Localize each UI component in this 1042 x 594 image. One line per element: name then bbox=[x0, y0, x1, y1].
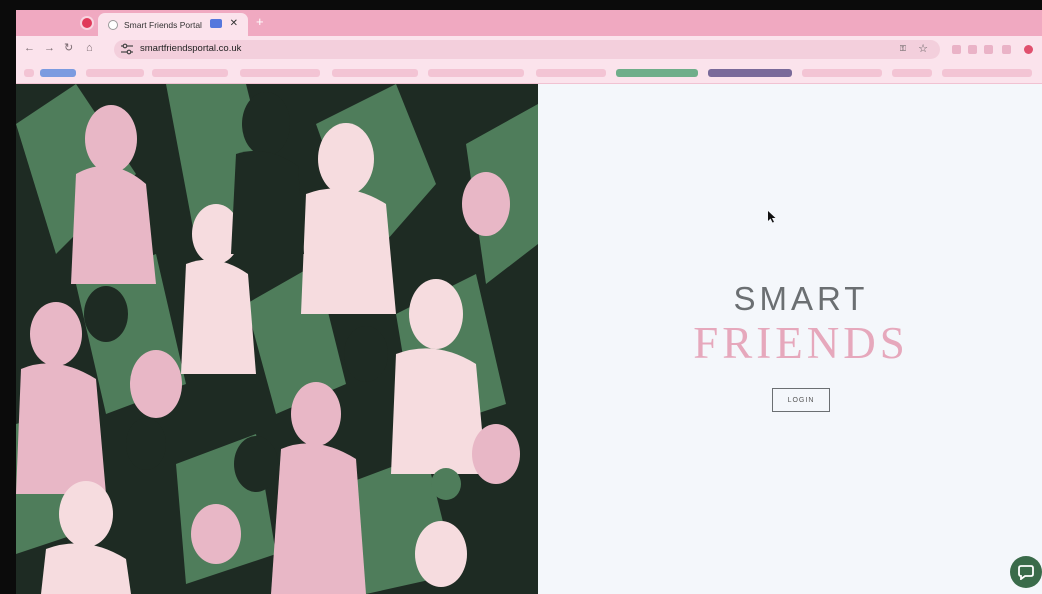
chat-bubble-icon bbox=[1018, 565, 1034, 580]
extension-icon[interactable] bbox=[952, 45, 961, 54]
home-icon[interactable]: ⌂ bbox=[86, 42, 93, 54]
mouse-cursor-icon bbox=[768, 211, 776, 223]
tab-strip: Smart Friends Portal ✕ + bbox=[16, 10, 1042, 36]
brand-line-smart: SMART bbox=[733, 280, 869, 317]
browser-toolbar: ← → ↻ ⌂ smartfriendsportal.co.uk ⚿ ☆ bbox=[16, 36, 1042, 62]
bookmark-item[interactable] bbox=[942, 69, 1032, 77]
tab-title: Smart Friends Portal bbox=[124, 19, 202, 30]
bookmark-item[interactable] bbox=[616, 69, 698, 77]
bookmark-item[interactable] bbox=[802, 69, 882, 77]
bookmark-item[interactable] bbox=[86, 69, 144, 77]
tab-media-icon[interactable] bbox=[210, 19, 222, 28]
bookmark-star-icon[interactable]: ☆ bbox=[918, 42, 928, 55]
bookmark-item[interactable] bbox=[428, 69, 524, 77]
bookmark-item[interactable] bbox=[536, 69, 606, 77]
site-favicon-icon bbox=[108, 19, 118, 30]
extension-icon[interactable] bbox=[984, 45, 993, 54]
password-key-icon[interactable]: ⚿ bbox=[900, 44, 906, 54]
bookmarks-bar bbox=[16, 62, 1042, 84]
recording-icon[interactable] bbox=[82, 18, 92, 28]
bookmark-item[interactable] bbox=[708, 69, 792, 77]
bookmark-item[interactable] bbox=[152, 69, 228, 77]
brand-line-friends: FRIENDS bbox=[693, 318, 909, 368]
site-settings-icon[interactable] bbox=[120, 43, 134, 55]
login-button[interactable]: LOGIN bbox=[772, 388, 830, 412]
bookmark-item[interactable] bbox=[332, 69, 418, 77]
chat-widget-button[interactable] bbox=[1010, 556, 1042, 588]
forward-icon[interactable]: → bbox=[44, 42, 55, 54]
page-content: SMART FRIENDS LOGIN bbox=[16, 84, 1042, 594]
bookmark-item[interactable] bbox=[892, 69, 932, 77]
tab-smart-friends-portal[interactable]: Smart Friends Portal ✕ bbox=[98, 13, 248, 36]
bookmark-item[interactable] bbox=[40, 69, 76, 77]
back-icon[interactable]: ← bbox=[24, 42, 35, 54]
profile-avatar-icon[interactable] bbox=[1024, 45, 1033, 54]
brand-logo: SMART FRIENDS bbox=[616, 280, 986, 366]
browser-window: Smart Friends Portal ✕ + ← → ↻ ⌂ smartfr… bbox=[16, 10, 1042, 594]
extension-icon[interactable] bbox=[968, 45, 977, 54]
bookmark-item[interactable] bbox=[24, 69, 34, 77]
url-text: smartfriendsportal.co.uk bbox=[140, 43, 242, 54]
new-tab-icon[interactable]: + bbox=[256, 15, 264, 29]
close-icon[interactable]: ✕ bbox=[230, 18, 238, 30]
bookmark-item[interactable] bbox=[240, 69, 320, 77]
address-bar[interactable]: smartfriendsportal.co.uk ⚿ ☆ bbox=[114, 40, 940, 59]
reload-icon[interactable]: ↻ bbox=[64, 42, 73, 54]
silhouette-artwork bbox=[16, 84, 538, 594]
silhouette-illustration bbox=[16, 84, 538, 594]
extension-icon[interactable] bbox=[1002, 45, 1011, 54]
screen: Smart Friends Portal ✕ + ← → ↻ ⌂ smartfr… bbox=[0, 0, 1042, 594]
